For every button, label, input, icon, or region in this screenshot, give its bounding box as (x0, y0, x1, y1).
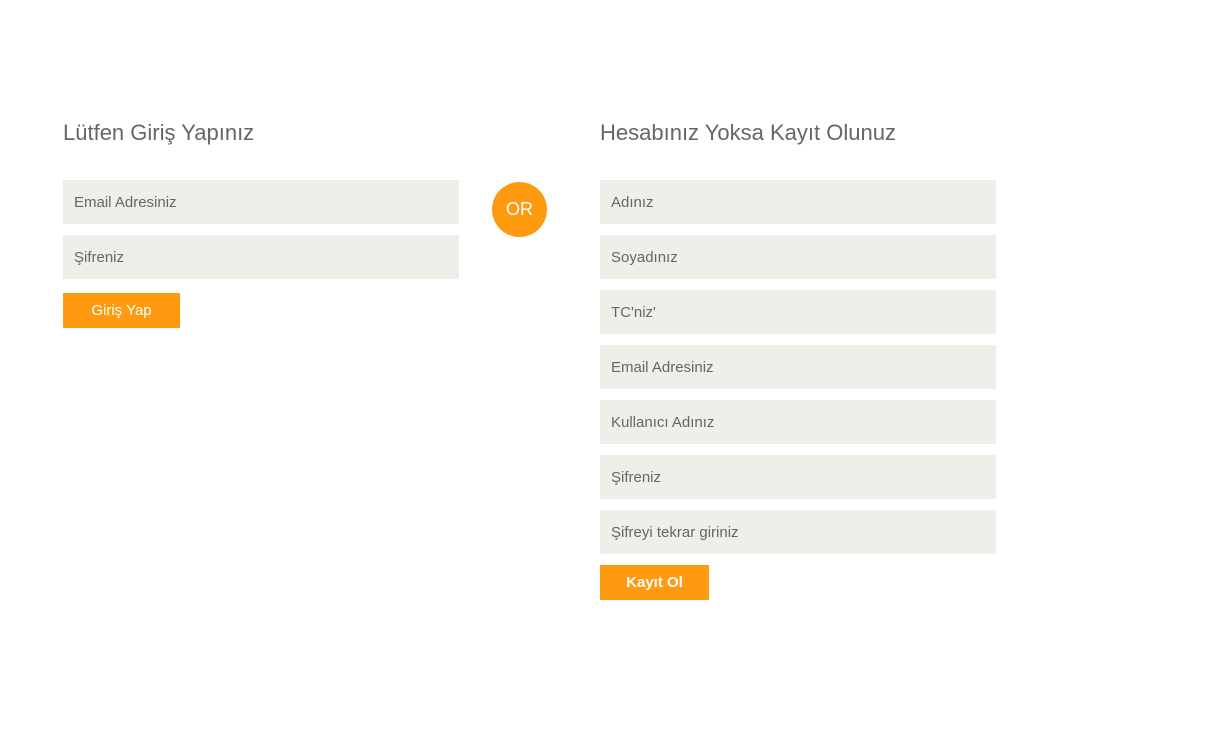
register-title: Hesabınız Yoksa Kayıt Olunuz (600, 120, 896, 145)
login-password-input[interactable] (63, 235, 459, 279)
register-first-name-input[interactable] (600, 180, 996, 224)
auth-page: Lütfen Giriş Yapınız Giriş Yap OR Hesabı… (0, 0, 1228, 731)
register-button[interactable]: Kayıt Ol (600, 565, 709, 600)
login-email-input[interactable] (63, 180, 459, 224)
or-divider-badge: OR (492, 182, 547, 237)
login-title: Lütfen Giriş Yapınız (63, 120, 255, 145)
register-form: Hesabınız Yoksa Kayıt Olunuz Kayıt Ol (600, 118, 996, 600)
register-password-confirm-input[interactable] (600, 510, 996, 554)
login-form: Lütfen Giriş Yapınız Giriş Yap (63, 118, 459, 328)
register-username-input[interactable] (600, 400, 996, 444)
register-password-input[interactable] (600, 455, 996, 499)
login-button[interactable]: Giriş Yap (63, 293, 180, 328)
register-tc-input[interactable] (600, 290, 996, 334)
register-last-name-input[interactable] (600, 235, 996, 279)
register-email-input[interactable] (600, 345, 996, 389)
